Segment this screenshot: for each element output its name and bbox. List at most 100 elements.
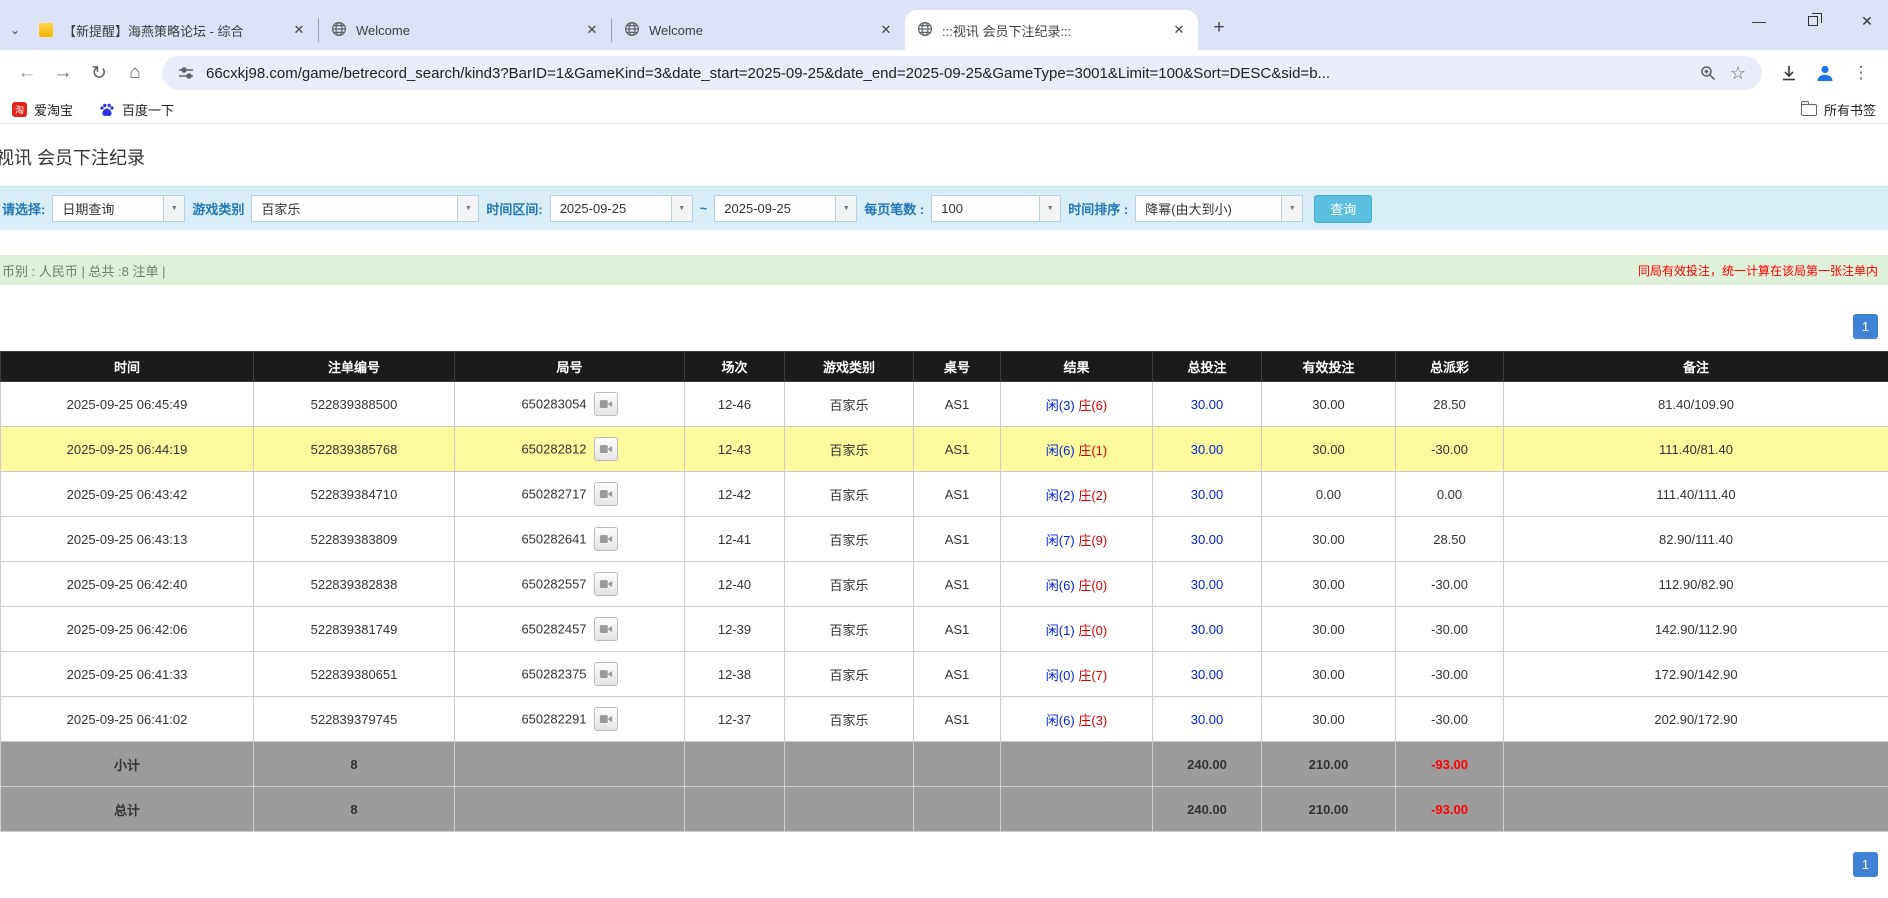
page-content: 视讯 会员下注纪录 请选择: 日期查询 ▼ 游戏类别 百家乐 ▼ 时间区间: 2… xyxy=(0,144,1888,877)
all-bookmarks-button[interactable]: 所有书签 xyxy=(1801,100,1876,119)
back-button[interactable]: ← xyxy=(10,56,44,90)
cell-valid-bet: 30.00 xyxy=(1262,517,1396,562)
cell-session: 12-37 xyxy=(685,697,785,742)
chevron-down-icon: ▼ xyxy=(163,196,184,221)
reload-button[interactable]: ↻ xyxy=(82,56,116,90)
cell-result: 闲(1) 庄(0) xyxy=(1001,607,1153,652)
result-banker: 庄(0) xyxy=(1078,578,1107,593)
column-header: 总派彩 xyxy=(1396,352,1504,382)
bookmark-star-icon[interactable]: ☆ xyxy=(1728,63,1748,83)
footer-empty-cell xyxy=(455,787,685,832)
cell-valid-bet: 30.00 xyxy=(1262,382,1396,427)
forward-button[interactable]: → xyxy=(46,56,80,90)
zoom-icon[interactable] xyxy=(1698,63,1718,83)
video-replay-button[interactable] xyxy=(594,527,618,551)
bet-table-foot: 小计8240.00210.00-93.00总计8240.00210.00-93.… xyxy=(1,742,1888,832)
total-bet-link[interactable]: 30.00 xyxy=(1191,487,1224,502)
table-row: 2025-09-25 06:42:06522839381749650282457… xyxy=(1,607,1888,652)
chevron-down-icon: ▼ xyxy=(457,196,478,221)
cell-round-id: 650283054 xyxy=(455,382,685,427)
close-button[interactable]: ✕ xyxy=(1854,8,1880,34)
currency-summary: 币别 : 人民币 | 总共 :8 注单 | xyxy=(2,261,166,280)
cell-round-id: 650282457 xyxy=(455,607,685,652)
sort-select[interactable]: 降幂(由大到小) ▼ xyxy=(1135,195,1303,222)
query-type-select[interactable]: 日期查询 ▼ xyxy=(52,195,185,222)
bookmark-item-baidu[interactable]: 百度一下 xyxy=(99,100,174,119)
url-text[interactable]: 66cxkj98.com/game/betrecord_search/kind3… xyxy=(206,65,1688,82)
total-bet-link[interactable]: 30.00 xyxy=(1191,667,1224,682)
game-type-select[interactable]: 百家乐 ▼ xyxy=(251,195,479,222)
tab-2[interactable]: Welcome✕ xyxy=(612,18,905,42)
cell-total-bet: 30.00 xyxy=(1153,427,1262,472)
cell-bet-id: 522839385768 xyxy=(254,427,455,472)
tab-search-icon[interactable]: ⌄ xyxy=(4,15,26,45)
column-header: 局号 xyxy=(455,352,685,382)
tab-close-icon[interactable]: ✕ xyxy=(1170,21,1188,39)
video-icon xyxy=(599,397,613,411)
menu-kebab-icon[interactable]: ⋮ xyxy=(1844,56,1878,90)
bookmark-item-aitaobao[interactable]: 淘 爱淘宝 xyxy=(12,100,73,119)
home-button[interactable]: ⌂ xyxy=(118,56,152,90)
total-bet-link[interactable]: 30.00 xyxy=(1191,712,1224,727)
video-replay-button[interactable] xyxy=(594,707,618,731)
total-bet-link[interactable]: 30.00 xyxy=(1191,577,1224,592)
all-bookmarks-label: 所有书签 xyxy=(1824,100,1876,119)
range-separator: ~ xyxy=(700,201,708,216)
address-bar[interactable]: 66cxkj98.com/game/betrecord_search/kind3… xyxy=(162,56,1762,90)
video-replay-button[interactable] xyxy=(594,572,618,596)
sort-value: 降幂(由大到小) xyxy=(1136,196,1281,221)
cell-time: 2025-09-25 06:44:19 xyxy=(1,427,254,472)
bet-records-table: 时间注单编号局号场次游戏类别桌号结果总投注有效投注总派彩备注 2025-09-2… xyxy=(0,351,1888,832)
video-replay-button[interactable] xyxy=(594,617,618,641)
round-number: 650282375 xyxy=(521,667,586,682)
total-bet-link[interactable]: 30.00 xyxy=(1191,397,1224,412)
cell-remark: 111.40/111.40 xyxy=(1504,472,1888,517)
new-tab-button[interactable]: + xyxy=(1204,13,1234,43)
date-start-select[interactable]: 2025-09-25 ▼ xyxy=(550,195,693,222)
cell-payout: -30.00 xyxy=(1396,652,1504,697)
video-icon xyxy=(599,622,613,636)
page-number-button[interactable]: 1 xyxy=(1853,314,1878,339)
cell-game-type: 百家乐 xyxy=(785,517,914,562)
cell-time: 2025-09-25 06:45:49 xyxy=(1,382,254,427)
footer-valid-bet: 210.00 xyxy=(1262,787,1396,832)
tab-close-icon[interactable]: ✕ xyxy=(583,21,601,39)
date-end-select[interactable]: 2025-09-25 ▼ xyxy=(714,195,857,222)
video-replay-button[interactable] xyxy=(594,482,618,506)
tab-title: :::视讯 会员下注纪录::: xyxy=(942,21,1161,40)
cell-valid-bet: 30.00 xyxy=(1262,697,1396,742)
total-bet-link[interactable]: 30.00 xyxy=(1191,442,1224,457)
tab-active[interactable]: :::视讯 会员下注纪录:::✕ xyxy=(905,10,1198,50)
per-page-label: 每页笔数 : xyxy=(864,199,924,218)
result-banker: 庄(1) xyxy=(1078,443,1107,458)
tab-0[interactable]: 【新提醒】海燕策略论坛 - 综合✕ xyxy=(26,18,319,42)
page-number-button[interactable]: 1 xyxy=(1853,852,1878,877)
cell-total-bet: 30.00 xyxy=(1153,652,1262,697)
video-replay-button[interactable] xyxy=(594,392,618,416)
tab-close-icon[interactable]: ✕ xyxy=(290,21,308,39)
minimize-button[interactable]: — xyxy=(1746,8,1772,34)
chevron-down-icon: ▼ xyxy=(1281,196,1302,221)
video-replay-button[interactable] xyxy=(594,437,618,461)
per-page-select[interactable]: 100 ▼ xyxy=(931,195,1061,222)
cell-total-bet: 30.00 xyxy=(1153,607,1262,652)
bet-table-head: 时间注单编号局号场次游戏类别桌号结果总投注有效投注总派彩备注 xyxy=(1,352,1888,382)
tab-close-icon[interactable]: ✕ xyxy=(877,21,895,39)
round-number: 650282557 xyxy=(521,577,586,592)
result-player: 闲(3) xyxy=(1046,398,1075,413)
site-settings-icon[interactable] xyxy=(176,63,196,83)
search-button[interactable]: 查询 xyxy=(1314,195,1372,223)
download-icon[interactable] xyxy=(1772,56,1806,90)
column-header: 注单编号 xyxy=(254,352,455,382)
video-replay-button[interactable] xyxy=(594,662,618,686)
cell-game-type: 百家乐 xyxy=(785,562,914,607)
result-player: 闲(6) xyxy=(1046,443,1075,458)
bookmark-label: 百度一下 xyxy=(122,100,174,119)
tab-1[interactable]: Welcome✕ xyxy=(319,18,612,42)
profile-icon[interactable] xyxy=(1808,56,1842,90)
total-bet-link[interactable]: 30.00 xyxy=(1191,622,1224,637)
cell-bet-id: 522839384710 xyxy=(254,472,455,517)
cell-table-no: AS1 xyxy=(914,697,1001,742)
total-bet-link[interactable]: 30.00 xyxy=(1191,532,1224,547)
restore-button[interactable] xyxy=(1800,8,1826,34)
